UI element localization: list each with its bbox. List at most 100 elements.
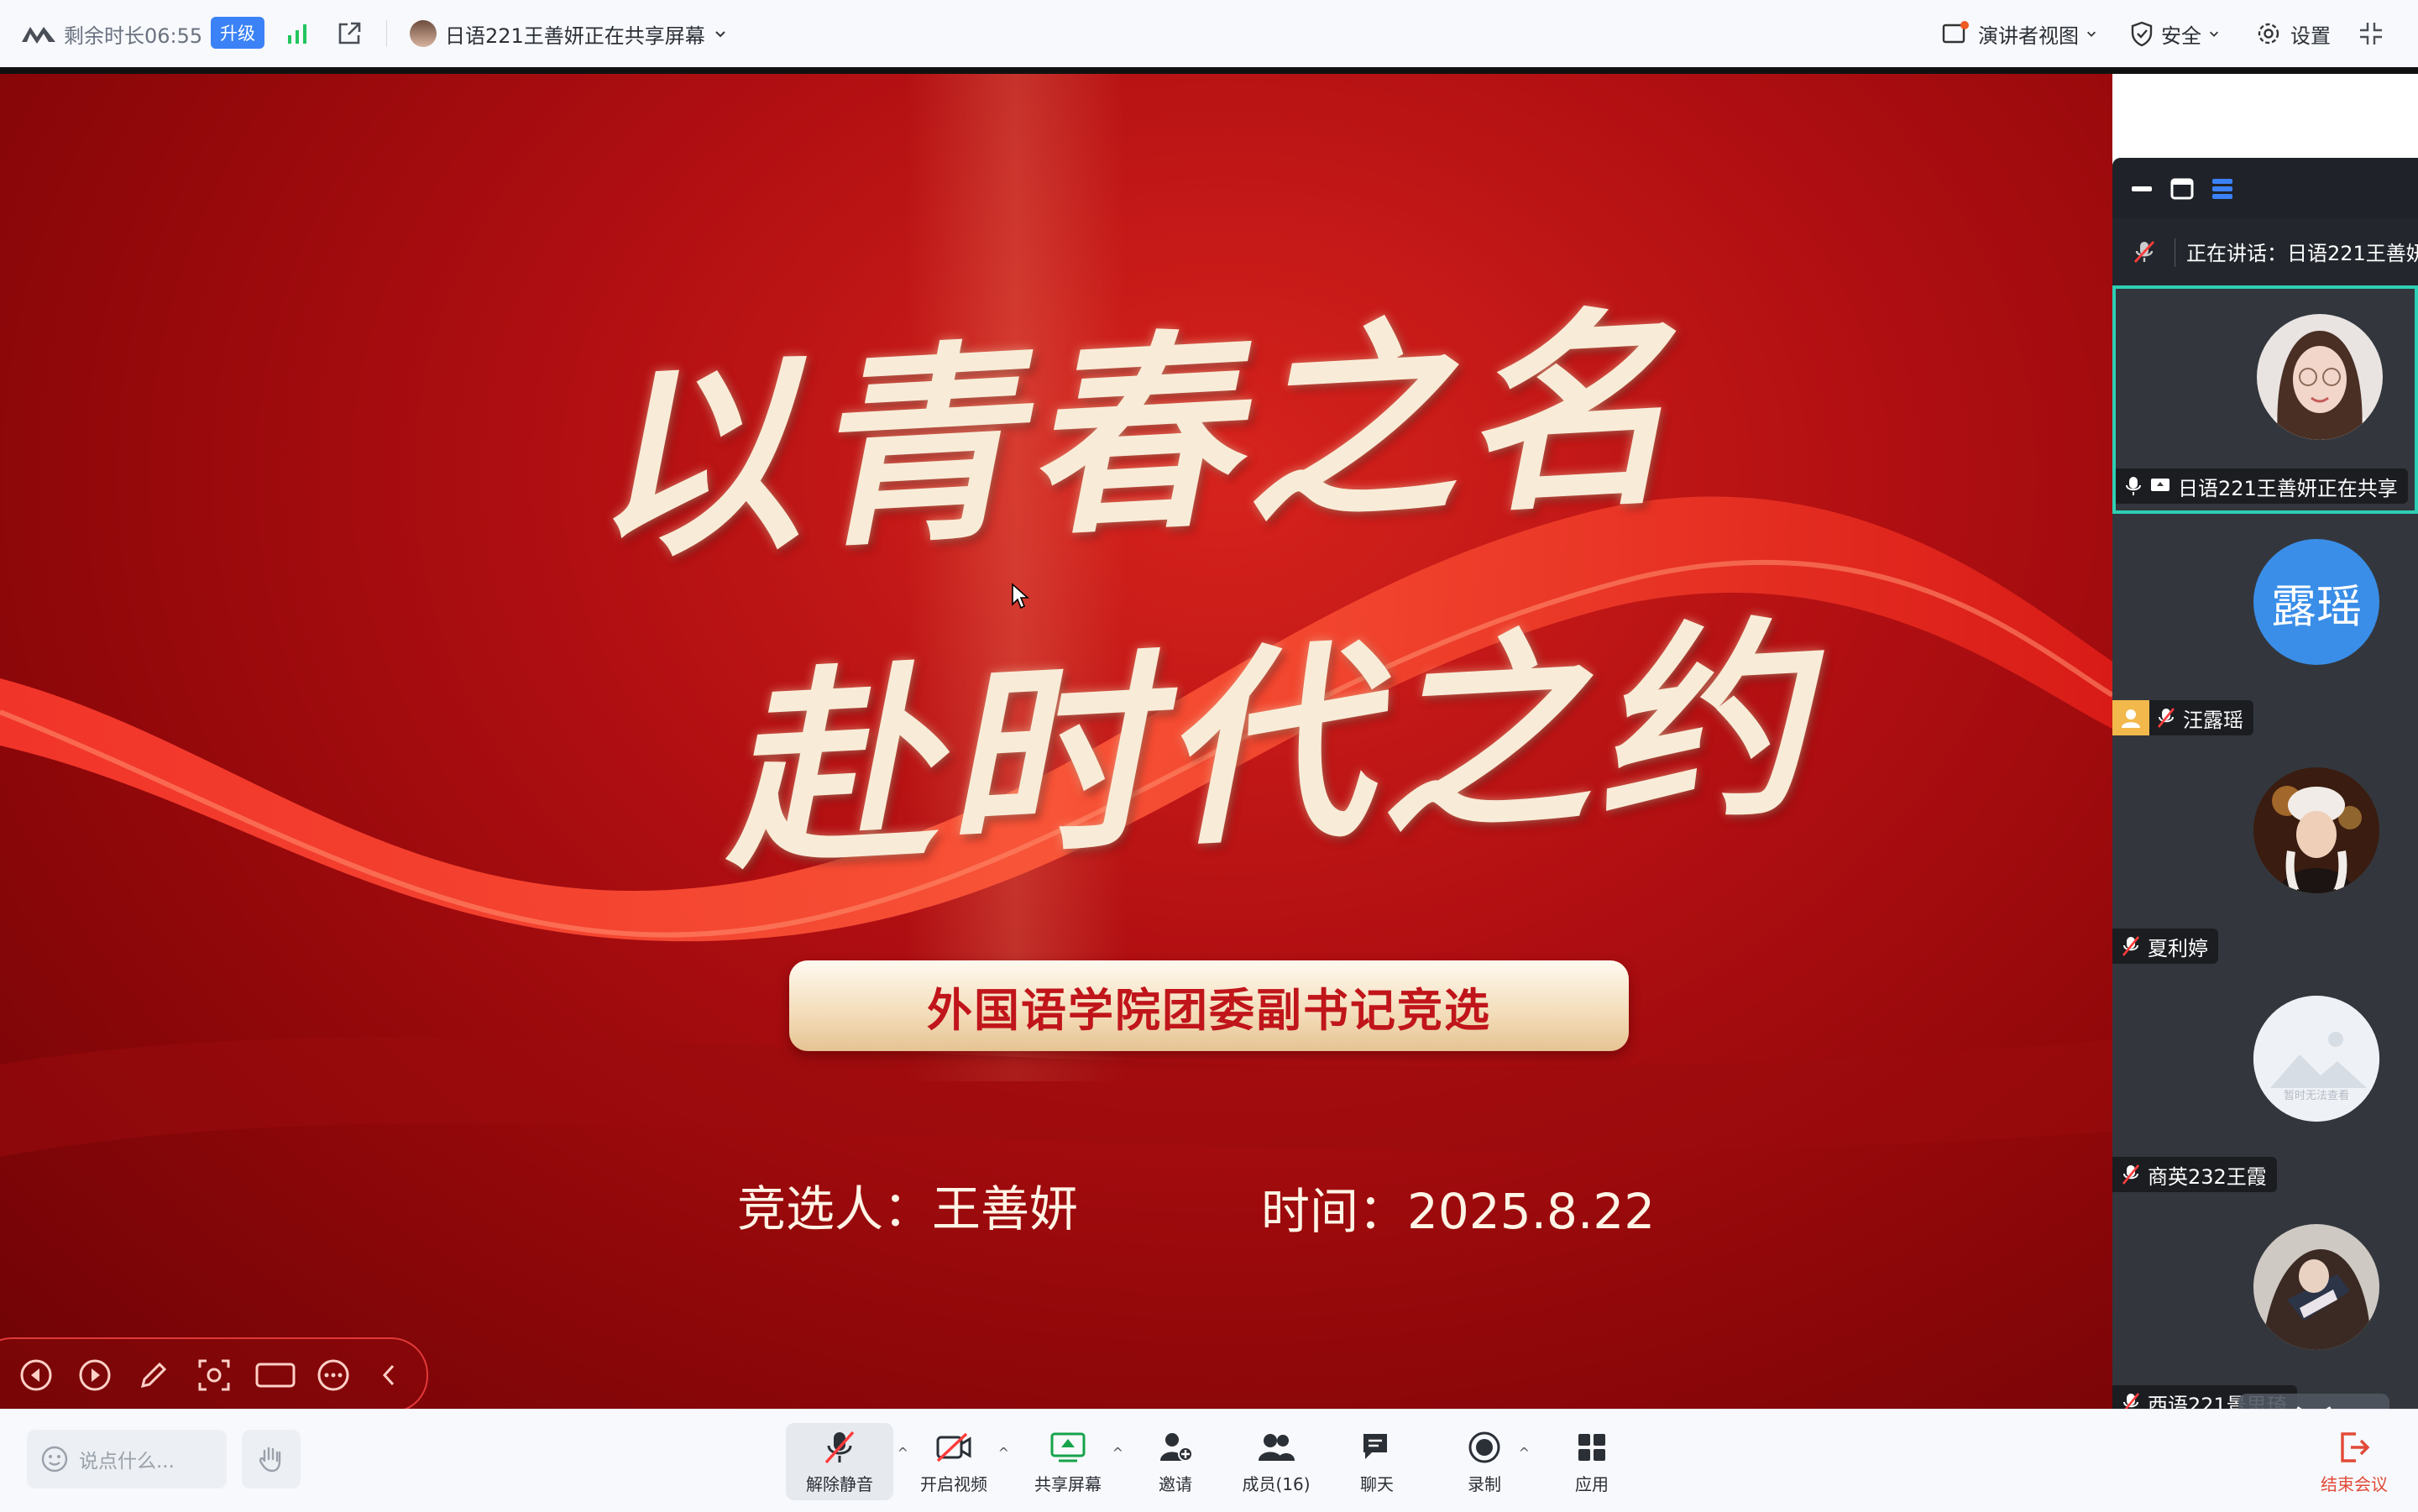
chevron-up-icon[interactable]: ^ [898,1445,908,1461]
participant-name: 汪露瑶 [2183,708,2243,732]
presenter-view-dropdown[interactable]: 演讲者视图 [1941,0,2097,67]
unmute-button[interactable]: 解除静音 ^ [786,1423,908,1500]
next-slide-icon[interactable] [77,1358,113,1393]
participant-tile[interactable]: 露瑶 汪露瑶 [2112,514,2418,746]
screen-share-icon [2151,479,2169,491]
invite-label: 邀请 [1159,1473,1192,1494]
app-logo-icon [20,0,57,67]
avatar [2253,1224,2379,1350]
divider [386,20,387,47]
slide-headline-line1: 以青春之名 [583,284,1686,588]
video-off-icon [936,1432,971,1462]
end-meeting-button[interactable]: 结束会议 [2311,1423,2398,1500]
mic-muted-icon [2133,241,2155,263]
pen-icon[interactable] [136,1358,171,1393]
end-meeting-label: 结束会议 [2321,1473,2388,1494]
top-bar: 剩余时长06:55 升级 日语221王善妍正在共享屏幕 演讲者视图 安全 设置 [0,0,2418,68]
exit-fullscreen-icon[interactable] [2358,0,2384,67]
chevron-up-icon[interactable]: ^ [1112,1445,1123,1461]
more-icon[interactable] [316,1358,351,1393]
record-icon [1468,1431,1500,1462]
participant-panel: 正在讲话：日语221王善妍 日语221王善妍正在共享 露瑶 汪露瑶 夏利婷 暂时… [2112,158,2418,1432]
slide-date: 时间：2025.8.22 [1261,1183,1656,1240]
previous-slide-icon[interactable] [18,1358,54,1393]
minimize-icon[interactable] [2128,175,2156,203]
participant-name: 日语221王善妍正在共享 [2178,476,2398,500]
sharing-status-text: 日语221王善妍正在共享屏幕 [445,24,705,48]
avatar [410,20,437,47]
unavailable-text: 暂时无法查看 [2283,1090,2349,1102]
annotation-toolbar [0,1337,428,1409]
participant-name-tag: 汪露瑶 [2112,700,2253,735]
slide-candidate: 竞选人：王善妍 [737,1180,1079,1237]
emoji-icon [41,1446,68,1473]
exit-icon [2341,1431,2370,1462]
participant-name: 夏利婷 [2148,936,2208,960]
raise-hand-button[interactable] [242,1430,301,1488]
participant-tile[interactable]: 夏利婷 [2112,742,2418,974]
participant-tile[interactable]: 暂时无法查看 商英232王霞 [2112,971,2418,1202]
start-video-label: 开启视频 [920,1473,987,1494]
share-screen-label: 共享屏幕 [1034,1473,1102,1494]
window-mode-icon[interactable] [2168,175,2196,203]
current-speaker-text: 正在讲话：日语221王善妍 [2186,242,2418,265]
settings-label: 设置 [2290,24,2331,48]
quick-chat-input[interactable]: 说点什么... [27,1430,227,1488]
avatar [2257,314,2383,440]
slide-title-banner: 外国语学院团委副书记竞选 [789,960,1629,1051]
user-icon [2112,700,2149,735]
mouse-cursor-icon [1012,583,1029,610]
chevron-up-icon[interactable]: ^ [998,1445,1009,1461]
collapse-toolbar-icon[interactable] [371,1358,406,1393]
sharing-status-dropdown[interactable]: 日语221王善妍正在共享屏幕 [410,0,727,67]
participant-tile[interactable]: 日语221王善妍正在共享 [2112,285,2418,514]
network-signal-icon[interactable] [285,0,309,67]
apps-grid-icon [1578,1433,1605,1461]
invite-button[interactable]: 邀请 [1145,1423,1206,1500]
settings-button[interactable]: 设置 [2255,0,2331,67]
hand-icon [259,1447,281,1473]
security-dropdown[interactable]: 安全 [2129,0,2220,67]
members-button[interactable]: 成员(16) [1236,1423,1316,1500]
participant-name-tag: 日语221王善妍正在共享 [2116,468,2408,504]
presenter-view-label: 演讲者视图 [1978,24,2079,48]
panel-header [2112,158,2418,218]
avatar-placeholder: 暂时无法查看 [2253,996,2379,1122]
chat-icon [1363,1433,1387,1459]
chat-placeholder: 说点什么... [79,1451,175,1473]
chevron-up-icon[interactable]: ^ [1519,1445,1530,1461]
chevron-down-icon [715,31,725,38]
mic-muted-icon [824,1431,855,1463]
participant-name-tag: 夏利婷 [2112,929,2218,964]
shared-screen: 以青春之名 赴时代之约 外国语学院团委副书记竞选 竞选人：王善妍 时间：2025… [0,74,2112,1409]
share-border-stripe [0,67,2418,74]
upgrade-button[interactable]: 升级 [211,17,264,49]
record-label: 录制 [1468,1473,1501,1494]
gear-icon [2258,23,2279,44]
mic-muted-icon [2122,1164,2140,1185]
chat-button[interactable]: 聊天 [1347,1423,1407,1500]
chat-label: 聊天 [1360,1473,1394,1494]
bottom-toolbar: 说点什么... 解除静音 ^ 开启视频 ^ 共享屏幕 ^ 邀请 成员(16) 聊… [0,1409,2418,1512]
avatar: 露瑶 [2253,539,2379,665]
screenshot-icon[interactable] [196,1358,232,1393]
current-speaker-bar: 正在讲话：日语221王善妍 [2112,218,2418,285]
mic-icon [2126,477,2141,495]
apps-button[interactable]: 应用 [1562,1423,1622,1500]
start-video-button[interactable]: 开启视频 ^ [913,1423,1009,1500]
apps-label: 应用 [1575,1473,1609,1494]
camera-icon[interactable] [254,1358,297,1393]
share-screen-icon [1050,1432,1086,1462]
remaining-time: 剩余时长06:55 [64,24,203,48]
popout-icon[interactable] [336,0,363,67]
mic-muted-icon [2157,708,2175,728]
members-label: 成员(16) [1242,1473,1311,1494]
list-layout-icon[interactable] [2208,175,2237,203]
slide-headline-line2: 赴时代之约 [717,594,1820,898]
share-screen-button[interactable]: 共享屏幕 ^ [1028,1423,1123,1500]
slide-banner-title: 外国语学院团委副书记竞选 [927,983,1491,1037]
security-label: 安全 [2161,24,2201,48]
chevron-down-icon [2087,31,2096,37]
participant-name-tag: 商英232王霞 [2112,1157,2277,1192]
record-button[interactable]: 录制 ^ [1454,1423,1530,1500]
